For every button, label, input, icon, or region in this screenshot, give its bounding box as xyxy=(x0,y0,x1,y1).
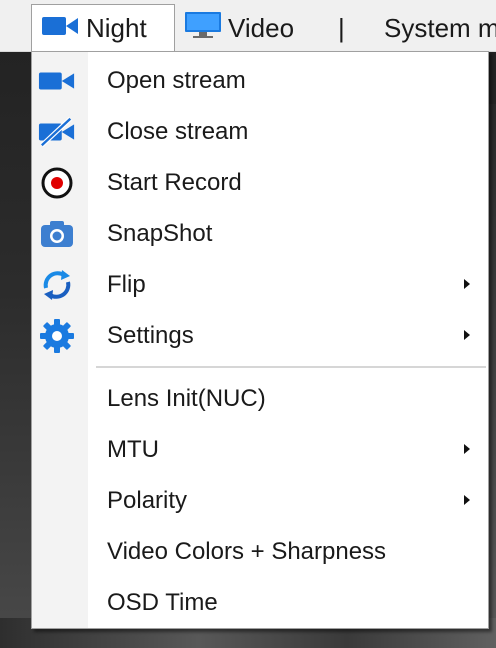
monitor-icon xyxy=(184,10,222,47)
menubar-system-label: System m xyxy=(384,12,496,43)
camera-off-icon xyxy=(38,113,76,151)
gear-icon xyxy=(38,317,76,355)
submenu-arrow-icon xyxy=(464,495,470,505)
flip-arrows-icon xyxy=(38,266,76,304)
menu-item-video-colors[interactable]: Video Colors + Sharpness xyxy=(32,526,488,577)
menu-item-settings[interactable]: Settings xyxy=(32,310,488,361)
menu-item-osd-time[interactable]: OSD Time xyxy=(32,577,488,628)
submenu-arrow-icon xyxy=(464,330,470,340)
menu-item-snapshot[interactable]: SnapShot xyxy=(32,208,488,259)
dropdown-menu: Open stream Close stream Start Record Sn… xyxy=(31,51,489,629)
menu-item-polarity[interactable]: Polarity xyxy=(32,475,488,526)
menu-separator xyxy=(96,366,486,368)
record-icon xyxy=(38,164,76,202)
camera-icon xyxy=(40,13,80,44)
menubar-video[interactable]: Video xyxy=(184,4,294,52)
menu-item-lens-init[interactable]: Lens Init(NUC) xyxy=(32,373,488,424)
menubar-night-label: Night xyxy=(86,13,147,43)
menubar: Night Video | System m xyxy=(0,0,496,52)
submenu-arrow-icon xyxy=(464,279,470,289)
menu-item-mtu[interactable]: MTU xyxy=(32,424,488,475)
submenu-arrow-icon xyxy=(464,444,470,454)
menu-item-close-stream[interactable]: Close stream xyxy=(32,106,488,157)
menu-item-start-record[interactable]: Start Record xyxy=(32,157,488,208)
menubar-system[interactable]: System m xyxy=(384,4,496,52)
menubar-separator: | xyxy=(338,12,345,43)
snapshot-camera-icon xyxy=(38,215,76,253)
menubar-video-label: Video xyxy=(228,12,295,43)
menu-item-open-stream[interactable]: Open stream xyxy=(32,55,488,106)
menu-item-flip[interactable]: Flip xyxy=(32,259,488,310)
camera-icon xyxy=(38,62,76,100)
menubar-night[interactable]: Night xyxy=(31,4,175,52)
